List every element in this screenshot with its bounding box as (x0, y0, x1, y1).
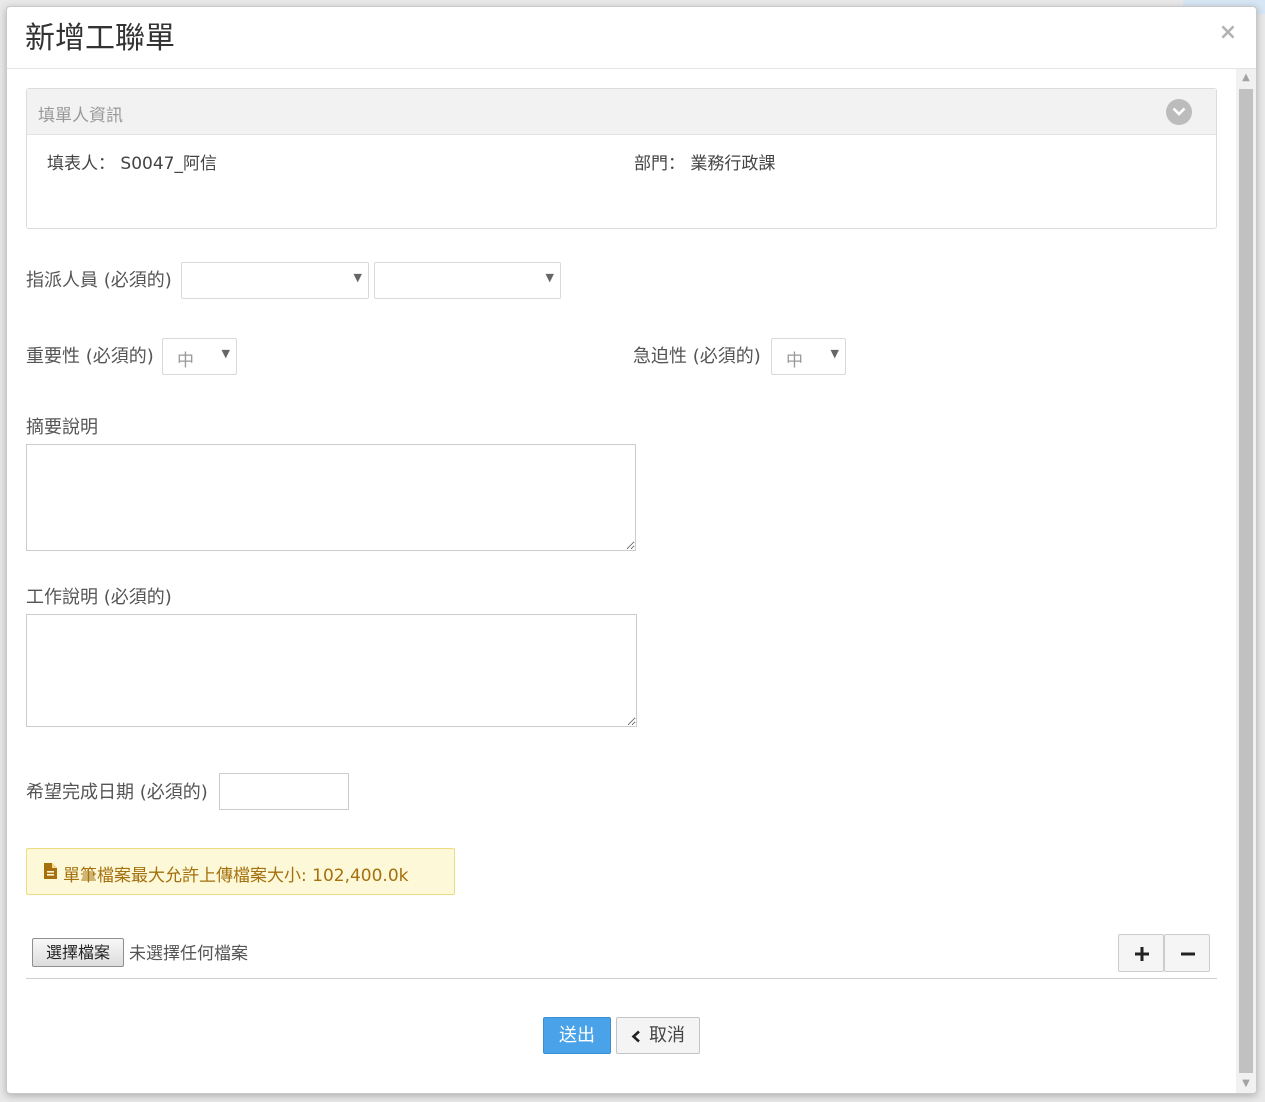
importance-select[interactable]: 中 ▼ (162, 338, 237, 375)
filler-info-panel: 填單人資訊 填表人： S0047_阿信 部門： 業務行政課 (26, 88, 1217, 229)
urgency-value: 中 (786, 351, 803, 371)
work-description-label: 工作說明 (必須的) (26, 587, 172, 608)
file-text-icon (44, 863, 57, 884)
cancel-button[interactable]: 取消 (616, 1017, 700, 1054)
dropdown-arrow-icon: ▼ (545, 271, 554, 284)
submit-button[interactable]: 送出 (543, 1017, 611, 1054)
scroll-thumb[interactable] (1239, 89, 1253, 1073)
assignee-select-primary[interactable]: ▼ (181, 262, 369, 299)
chevron-left-icon (631, 1030, 640, 1043)
scroll-down-icon[interactable]: ▼ (1236, 1075, 1256, 1093)
urgency-label: 急迫性 (必須的) (633, 346, 761, 367)
department: 部門： 業務行政課 (634, 154, 776, 174)
modal-header: 新增工聯單 × (7, 7, 1256, 69)
scroll-up-icon[interactable]: ▲ (1236, 69, 1256, 87)
dropdown-arrow-icon: ▼ (221, 347, 230, 360)
new-work-order-modal: 新增工聯單 × 填單人資訊 填表人： S0047_阿信 部門： 業務行政課 指派… (6, 6, 1257, 1094)
notice-text: 單筆檔案最大允許上傳檔案大小: 102,400.0k (63, 866, 409, 886)
minus-icon (1181, 952, 1195, 956)
dropdown-arrow-icon: ▼ (353, 271, 362, 284)
modal-body: 填單人資訊 填表人： S0047_阿信 部門： 業務行政課 指派人員 (必須的)… (7, 69, 1236, 1093)
chevron-down-icon[interactable] (1166, 99, 1192, 125)
due-date-input[interactable] (219, 773, 349, 810)
add-file-button[interactable] (1118, 934, 1164, 972)
panel-title: 填單人資訊 (38, 106, 123, 126)
close-icon[interactable]: × (1218, 21, 1238, 45)
dropdown-arrow-icon: ▼ (830, 347, 839, 360)
assignee-select-secondary[interactable]: ▼ (374, 262, 561, 299)
scrollbar[interactable]: ▲ ▼ (1236, 69, 1256, 1093)
panel-heading[interactable]: 填單人資訊 (27, 89, 1216, 135)
no-file-selected-label: 未選擇任何檔案 (129, 944, 248, 964)
work-description-textarea[interactable] (26, 614, 637, 727)
due-date-label: 希望完成日期 (必須的) (26, 782, 208, 803)
remove-file-button[interactable] (1164, 934, 1210, 972)
choose-file-button[interactable]: 選擇檔案 (32, 938, 124, 967)
filler-name: 填表人： S0047_阿信 (47, 154, 217, 174)
cancel-label: 取消 (649, 1025, 685, 1046)
modal-title: 新增工聯單 (25, 21, 175, 56)
summary-textarea[interactable] (26, 444, 636, 551)
importance-value: 中 (177, 351, 194, 371)
urgency-select[interactable]: 中 ▼ (771, 338, 846, 375)
file-size-notice: 單筆檔案最大允許上傳檔案大小: 102,400.0k (26, 848, 455, 895)
summary-label: 摘要說明 (26, 417, 98, 438)
divider (26, 978, 1217, 979)
assignee-label: 指派人員 (必須的) (26, 270, 172, 291)
importance-label: 重要性 (必須的) (26, 346, 154, 367)
plus-icon (1135, 947, 1149, 961)
